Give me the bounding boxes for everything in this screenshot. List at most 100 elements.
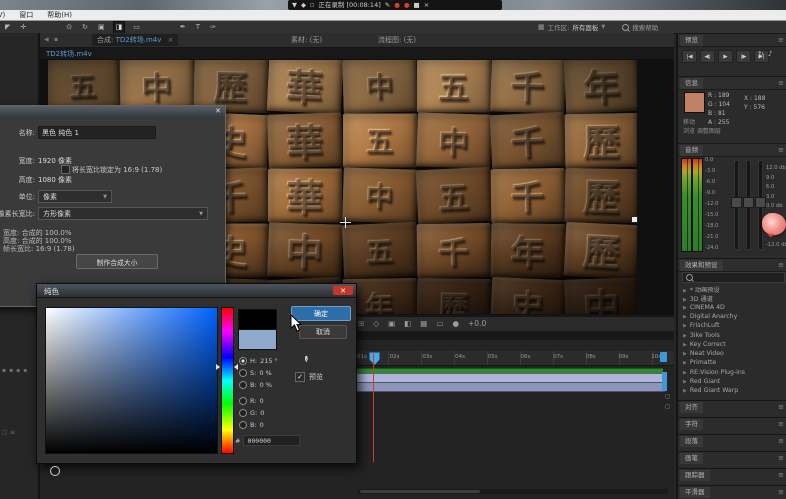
- pen-tool[interactable]: ✒: [178, 22, 188, 33]
- effects-category[interactable]: ▶Neat Video: [683, 350, 724, 357]
- panel-menu-icon[interactable]: ≡: [778, 471, 784, 479]
- collapsed-panel-tab[interactable]: 画笔: [680, 453, 703, 464]
- panel-menu-icon[interactable]: ≡: [778, 420, 784, 428]
- pixel-aspect-dropdown[interactable]: 方形像素▼: [38, 207, 208, 220]
- field-value[interactable]: 0: [260, 409, 264, 417]
- refresh-icon[interactable]: ▫: [310, 0, 314, 10]
- show-channel-icon[interactable]: ◧: [404, 318, 411, 330]
- effects-search-input[interactable]: [682, 272, 785, 283]
- panel-menu-icon[interactable]: ≡: [778, 79, 784, 87]
- effects-category[interactable]: ▶3ike Tools: [683, 332, 720, 339]
- hue-slider[interactable]: [221, 307, 234, 454]
- effects-category[interactable]: ▶Red Giant: [683, 378, 720, 385]
- expand-triangle-icon[interactable]: ▶: [683, 351, 687, 357]
- radio-button[interactable]: [239, 409, 247, 417]
- hex-input[interactable]: 000000: [243, 435, 300, 446]
- expand-triangle-icon[interactable]: ▶: [683, 305, 687, 311]
- audio-panel-tab[interactable]: 音频: [680, 145, 703, 156]
- first-frame-button[interactable]: |◀: [682, 50, 697, 63]
- record-dot-icon[interactable]: ●: [394, 0, 400, 10]
- expand-triangle-icon[interactable]: ▶: [683, 342, 687, 348]
- info-panel-tab[interactable]: 信息: [680, 78, 703, 89]
- cancel-button[interactable]: 取消: [299, 325, 347, 339]
- timeline-scrollbar[interactable]: [358, 489, 668, 494]
- menu-item-视图(V)[interactable]: 视图(V): [0, 10, 12, 20]
- effects-category[interactable]: ▶FrischLuft: [683, 322, 720, 329]
- expand-triangle-icon[interactable]: ▶: [683, 370, 687, 376]
- menu-item-窗口[interactable]: 窗口: [12, 10, 40, 20]
- name-input[interactable]: 黑色 纯色 1: [38, 126, 156, 139]
- timeline-left-icons[interactable]: ▪▪▪▪: [2, 367, 27, 374]
- units-dropdown[interactable]: 像素▼: [38, 190, 112, 203]
- grid-guides-icon[interactable]: ⊞: [358, 318, 364, 330]
- expand-triangle-icon[interactable]: ▶: [683, 388, 687, 394]
- help-search-input[interactable]: 搜索帮助: [632, 22, 658, 32]
- collapsed-panel-tab[interactable]: 字符: [680, 419, 703, 430]
- zoom-tool[interactable]: ⊙: [64, 22, 74, 33]
- make-comp-size-button[interactable]: 制作合成大小: [76, 254, 158, 269]
- time-ruler[interactable]: 01s02s03s04s05s06s07s08s09s10s: [355, 351, 674, 366]
- collapsed-panel-tab[interactable]: 跟踪器: [680, 470, 710, 481]
- viewer-tab-0[interactable]: 合成: TD2转场.m4v ×: [92, 34, 178, 46]
- brush-tool[interactable]: ✑: [208, 22, 218, 33]
- chevron-down-icon[interactable]: ▼: [601, 24, 605, 30]
- chevron-left-icon[interactable]: ◀: [44, 36, 49, 43]
- shape-tool[interactable]: ▭: [131, 22, 142, 33]
- panel-menu-icon[interactable]: ≡: [778, 146, 784, 154]
- timeline-left-icons2[interactable]: ◻≡: [2, 429, 15, 436]
- preview-checkbox[interactable]: ✓: [295, 372, 305, 382]
- work-area-end-handle[interactable]: [660, 352, 667, 362]
- panel-menu-icon[interactable]: ≡: [778, 36, 784, 44]
- effects-category[interactable]: ▶Red Giant Warp: [683, 387, 738, 394]
- radio-button[interactable]: [239, 421, 247, 429]
- layer-anchor-crosshair[interactable]: [340, 217, 351, 228]
- audio-slider-handle[interactable]: [731, 197, 742, 208]
- expand-triangle-icon[interactable]: ▶: [683, 360, 687, 366]
- loop-icon[interactable]: ↻: [758, 50, 764, 58]
- field-value[interactable]: 0 %: [259, 369, 271, 377]
- camera-icon[interactable]: ■: [414, 0, 420, 10]
- comp-navigator-breadcrumb[interactable]: TD2转场.m4v: [46, 49, 92, 59]
- workspace-dropdown[interactable]: 所有面板: [572, 22, 598, 32]
- height-value[interactable]: 1080 像素: [38, 175, 72, 185]
- record-dot2-icon[interactable]: ●: [404, 0, 410, 10]
- sb-selection-ring[interactable]: [50, 466, 60, 476]
- dialog-close-button[interactable]: ✕: [333, 286, 353, 295]
- effects-category[interactable]: ▶RE:Vision Plug-ins: [683, 369, 745, 376]
- expand-triangle-icon[interactable]: ▶: [683, 323, 687, 329]
- effects-category[interactable]: ▶Primatte: [683, 359, 716, 366]
- next-frame-button[interactable]: |▶: [736, 50, 751, 63]
- caret-down-icon[interactable]: ▼: [292, 0, 297, 10]
- panel-menu-icon[interactable]: ≡: [778, 454, 784, 462]
- mask-visibility-icon[interactable]: ◇: [373, 318, 379, 330]
- saturation-brightness-field[interactable]: [45, 307, 218, 454]
- dialog-titlebar[interactable]: [37, 284, 356, 298]
- panel-menu-icon[interactable]: ≡: [778, 403, 784, 411]
- collapsed-panel-tab[interactable]: 段落: [680, 436, 703, 447]
- field-value[interactable]: 0: [260, 397, 264, 405]
- eyedropper-icon[interactable]: ✒: [300, 355, 310, 363]
- selection-tool[interactable]: ◤: [3, 22, 12, 33]
- comp-marker-icon2[interactable]: ◻: [665, 403, 670, 410]
- roi-icon[interactable]: ▭: [436, 318, 443, 330]
- selection-handle-right[interactable]: [631, 216, 638, 223]
- effects-category[interactable]: ▶CINEMA 4D: [683, 304, 725, 311]
- radio-button[interactable]: [239, 369, 247, 377]
- effects-category[interactable]: ▶Digital Anarchy: [683, 313, 737, 320]
- panel-lock-icon[interactable]: ▪: [54, 36, 58, 43]
- effects-category[interactable]: ▶* 动画预设: [683, 285, 720, 294]
- field-value[interactable]: 0 %: [260, 381, 272, 389]
- hue-handle-right[interactable]: [234, 364, 238, 370]
- effects-panel-tab[interactable]: 效果和预设: [680, 260, 723, 271]
- expand-triangle-icon[interactable]: ▶: [683, 297, 687, 303]
- panel-menu-icon[interactable]: ≡: [778, 488, 784, 496]
- field-value[interactable]: 0: [260, 421, 264, 429]
- viewer-tab-1[interactable]: 素材: (无): [286, 34, 327, 46]
- snapshot-icon[interactable]: ▣: [388, 318, 395, 330]
- dialog-titlebar[interactable]: [0, 106, 225, 118]
- panel-menu-icon[interactable]: ≡: [778, 261, 784, 269]
- collapsed-panel-tab[interactable]: 对齐: [680, 402, 703, 413]
- expand-triangle-icon[interactable]: ▶: [683, 379, 687, 385]
- audio-slider-handle[interactable]: [743, 197, 754, 208]
- layer-duration-bar-2[interactable]: [355, 382, 665, 392]
